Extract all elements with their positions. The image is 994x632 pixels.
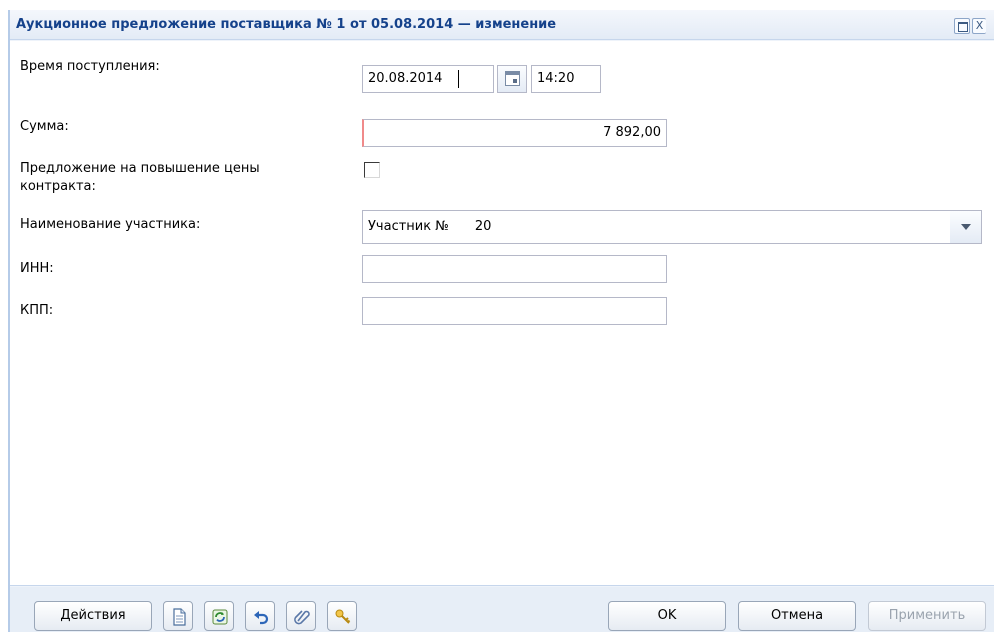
text-caret	[458, 70, 459, 88]
undo-icon	[254, 611, 269, 625]
kpp-label: КПП:	[20, 303, 54, 318]
calendar-icon[interactable]	[497, 65, 527, 93]
dialog-window: Аукционное предложение поставщика № 1 от…	[8, 10, 994, 632]
undo-button[interactable]	[245, 601, 275, 631]
maximize-icon[interactable]	[954, 18, 970, 34]
refresh-button[interactable]	[204, 601, 234, 631]
document-button[interactable]	[163, 601, 193, 631]
participant-label: Наименование участника:	[20, 217, 201, 232]
receipt-time-field[interactable]: 14:20	[531, 65, 601, 93]
key-button[interactable]	[327, 601, 357, 631]
attach-icon	[294, 610, 310, 625]
inn-label: ИНН:	[20, 261, 54, 276]
refresh-icon	[212, 609, 228, 625]
cancel-button[interactable]: Отмена	[738, 601, 856, 631]
apply-button[interactable]: Применить	[868, 601, 986, 631]
actions-button[interactable]: Действия	[34, 601, 152, 631]
price-increase-label-line2: контракта:	[20, 179, 96, 194]
participant-select[interactable]: Участник № 20	[362, 210, 951, 244]
chevron-down-icon[interactable]	[950, 210, 982, 244]
ok-button[interactable]: OK	[608, 601, 726, 631]
amount-label: Сумма:	[20, 119, 69, 134]
attach-button[interactable]	[286, 601, 316, 631]
participant-number: 20	[474, 219, 492, 234]
receipt-date-field[interactable]: 20.08.2014	[362, 65, 494, 93]
dialog-footer: Действия OK Отмена Применить	[10, 587, 994, 632]
amount-field[interactable]: 7 892,00	[362, 119, 667, 147]
document-icon	[173, 608, 186, 626]
key-icon	[335, 609, 351, 624]
close-icon[interactable]: X	[972, 18, 986, 34]
dialog-title: Аукционное предложение поставщика № 1 от…	[16, 17, 557, 32]
form-panel: Время поступления: 20.08.2014 14:20 Сумм…	[10, 41, 994, 586]
title-bar[interactable]: Аукционное предложение поставщика № 1 от…	[10, 10, 994, 40]
price-increase-label-line1: Предложение на повышение цены	[20, 161, 260, 176]
inn-field[interactable]	[362, 255, 667, 283]
receipt-time-label: Время поступления:	[20, 59, 160, 74]
price-increase-checkbox[interactable]	[364, 162, 380, 178]
participant-value: Участник №	[368, 219, 449, 234]
kpp-field[interactable]	[362, 297, 667, 325]
